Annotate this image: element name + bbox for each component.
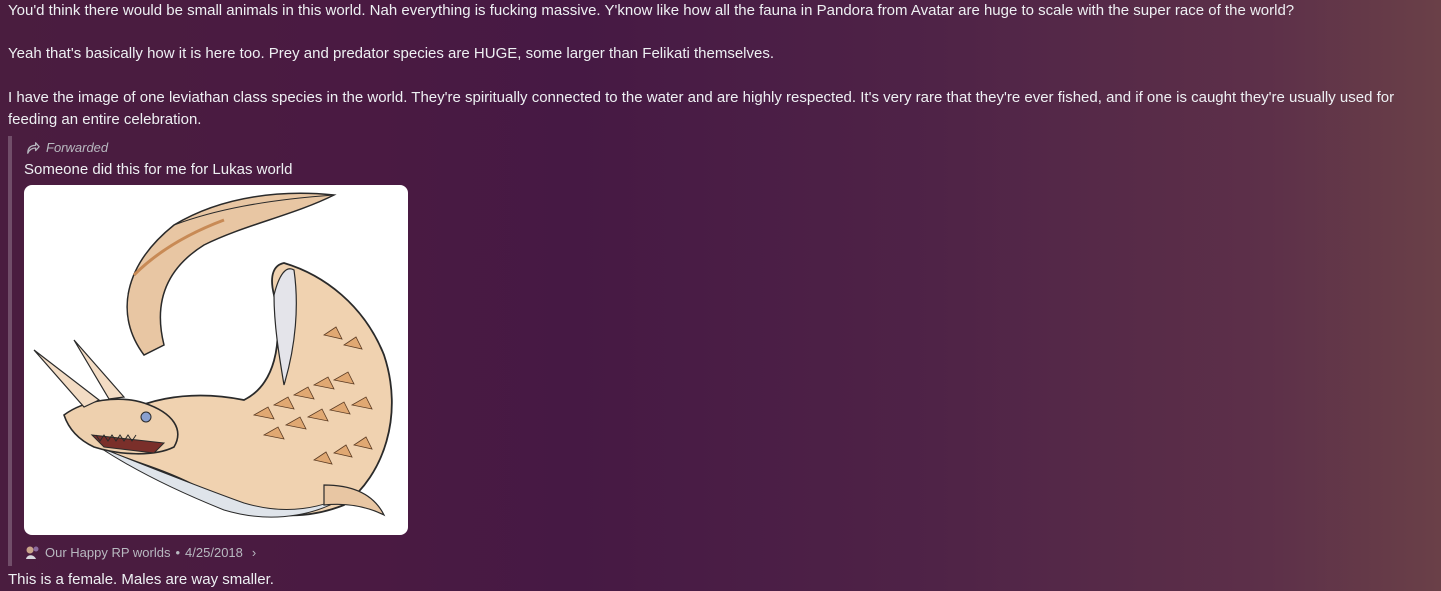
forward-date: 4/25/2018 — [185, 544, 243, 560]
message-text-4: This is a female. Males are way smaller. — [8, 571, 274, 588]
shark-creature-image[interactable] — [24, 185, 408, 535]
chevron-right-icon[interactable]: › — [252, 545, 256, 560]
message-text-1: You'd think there would be small animals… — [8, 2, 1295, 19]
forwarded-source[interactable]: Our Happy RP worlds • 4/25/2018 › — [24, 544, 256, 560]
message-text-3: I have the image of one leviathan class … — [8, 89, 1395, 128]
server-name[interactable]: Our Happy RP worlds — [45, 545, 170, 560]
message-text-2: Yeah that's basically how it is here too… — [8, 45, 775, 62]
forwarded-label: Forwarded — [26, 140, 108, 155]
forwarded-message[interactable]: Forwarded Someone did this for me for Lu… — [8, 136, 432, 566]
shark-creature-illustration-icon — [33, 192, 393, 518]
meta-separator: • — [175, 544, 181, 560]
server-avatar-icon — [26, 546, 39, 559]
forwarded-message-text: Someone did this for me for Lukas world — [24, 161, 293, 178]
forward-arrow-icon — [27, 141, 40, 154]
forwarded-label-text: Forwarded — [46, 140, 109, 155]
